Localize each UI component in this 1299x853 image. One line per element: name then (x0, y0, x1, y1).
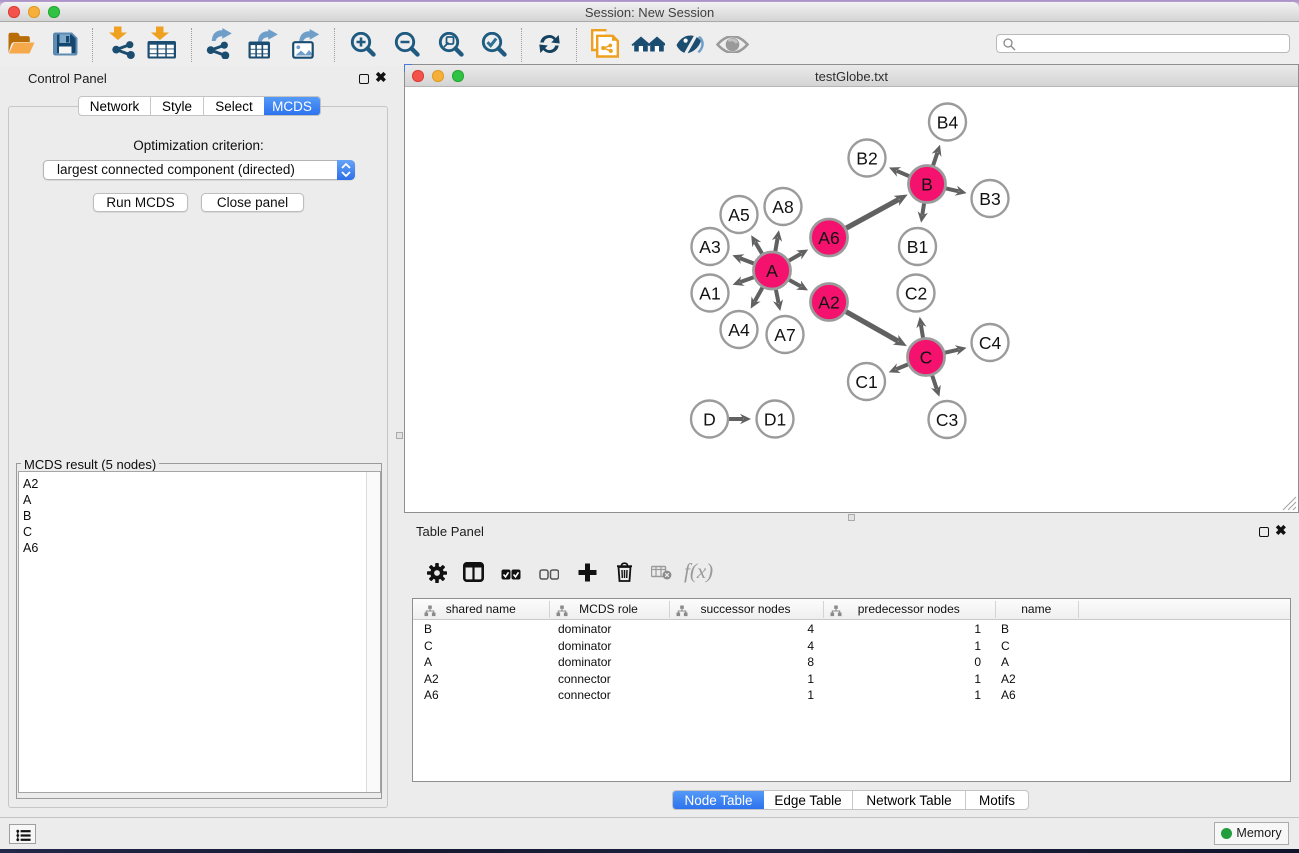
svg-text:A3: A3 (699, 237, 720, 257)
svg-text:B: B (921, 175, 933, 195)
svg-text:A7: A7 (774, 325, 795, 345)
svg-text:A6: A6 (818, 228, 839, 248)
svg-text:B1: B1 (907, 237, 928, 257)
svg-text:B2: B2 (856, 149, 877, 169)
svg-text:A1: A1 (699, 284, 720, 304)
svg-text:C1: C1 (855, 372, 877, 392)
svg-text:D1: D1 (764, 410, 786, 430)
svg-text:C2: C2 (905, 284, 927, 304)
svg-text:A5: A5 (728, 205, 749, 225)
svg-text:C4: C4 (979, 333, 1002, 353)
svg-text:A8: A8 (772, 197, 793, 217)
svg-text:B3: B3 (979, 189, 1000, 209)
svg-text:A4: A4 (728, 320, 750, 340)
svg-text:B4: B4 (937, 113, 959, 133)
svg-text:A: A (766, 261, 778, 281)
svg-text:C3: C3 (936, 410, 958, 430)
svg-text:C: C (920, 348, 933, 368)
svg-text:D: D (703, 410, 716, 430)
svg-text:A2: A2 (818, 293, 839, 313)
